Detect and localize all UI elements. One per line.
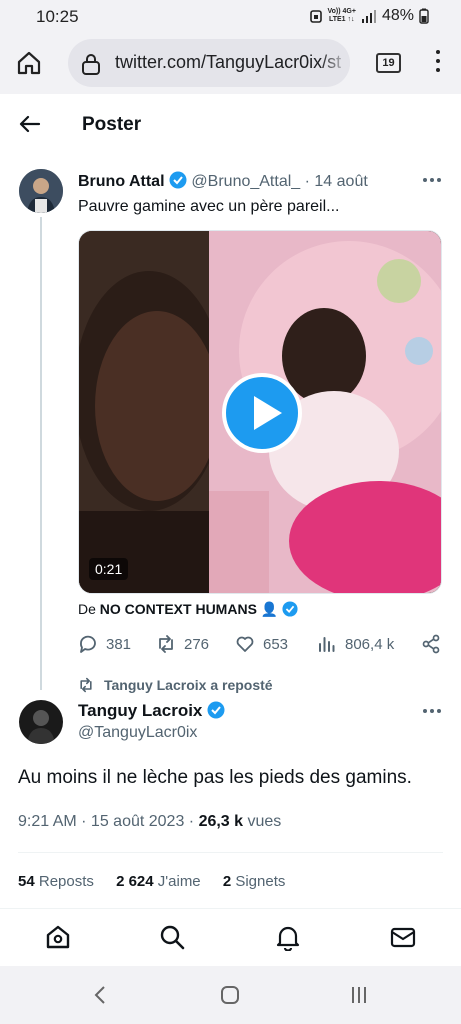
reposts-stat[interactable]: 54 Reposts bbox=[18, 873, 94, 890]
verified-badge-icon bbox=[169, 171, 187, 189]
system-recents-icon[interactable] bbox=[348, 984, 370, 1006]
play-icon bbox=[254, 396, 282, 430]
thread-connector-line bbox=[40, 217, 42, 690]
repost-small-icon bbox=[80, 677, 92, 693]
avatar-bruno-attal[interactable] bbox=[19, 169, 63, 213]
network-bottom: LTE1 ↑↓ bbox=[328, 16, 355, 23]
status-icons: Vo)) 4G+ LTE1 ↑↓ 48% bbox=[309, 7, 430, 25]
messages-envelope-icon[interactable] bbox=[389, 923, 417, 951]
alarm-icon bbox=[309, 10, 322, 23]
system-home-icon[interactable] bbox=[219, 984, 241, 1006]
tweet2-views-count: 26,3 k bbox=[198, 813, 244, 830]
tweet1-header: Bruno Attal @Bruno_Attal_ · 14 août bbox=[78, 171, 368, 191]
repost-notice[interactable]: Tanguy Lacroix a reposté bbox=[78, 677, 273, 693]
tweet2-time[interactable]: 9:21 AM · 15 août 2023 · bbox=[18, 813, 199, 830]
source-name[interactable]: NO CONTEXT HUMANS 👤 bbox=[100, 601, 278, 617]
avatar-image bbox=[19, 700, 63, 744]
url-fade bbox=[320, 39, 350, 87]
repost-notice-text: Tanguy Lacroix a reposté bbox=[104, 677, 273, 693]
tweet2-stats: 54 Reposts 2 624 J'aime 2 Signets bbox=[18, 873, 303, 890]
likes-stat[interactable]: 2 624 J'aime bbox=[116, 873, 201, 890]
browser-home-icon[interactable] bbox=[15, 49, 43, 77]
url-bar[interactable]: twitter.com/TanguyLacr0ix/st bbox=[68, 39, 350, 87]
reply-button[interactable]: 381 bbox=[78, 634, 131, 654]
tweet1-author-name[interactable]: Bruno Attal bbox=[78, 173, 165, 190]
share-button[interactable] bbox=[421, 634, 441, 654]
home-icon[interactable] bbox=[44, 923, 72, 951]
reposts-stat-count: 54 bbox=[18, 873, 35, 890]
views-count: 806,4 k bbox=[345, 635, 395, 653]
like-count: 653 bbox=[263, 635, 289, 653]
notifications-bell-icon[interactable] bbox=[274, 923, 302, 951]
likes-stat-count: 2 624 bbox=[116, 873, 154, 890]
avatar-image bbox=[19, 169, 63, 213]
bookmarks-stat-label: Signets bbox=[231, 873, 286, 890]
more-options-icon[interactable] bbox=[422, 171, 442, 189]
divider bbox=[18, 852, 443, 853]
like-button[interactable]: 653 bbox=[235, 634, 288, 654]
tweet1-date[interactable]: · 14 août bbox=[305, 173, 368, 190]
bottom-navigation bbox=[0, 908, 461, 966]
avatar-tanguy-lacroix[interactable] bbox=[19, 700, 63, 744]
tweet1-actions: 381 276 653 806,4 k bbox=[78, 634, 442, 656]
play-button[interactable] bbox=[222, 373, 302, 453]
bookmarks-stat[interactable]: 2 Signets bbox=[223, 873, 286, 890]
battery-icon bbox=[419, 8, 429, 24]
repost-icon bbox=[159, 635, 173, 653]
search-icon[interactable] bbox=[158, 923, 186, 951]
browser-menu-icon[interactable] bbox=[433, 47, 443, 77]
back-arrow-icon[interactable] bbox=[18, 112, 42, 136]
verified-badge-icon bbox=[207, 701, 225, 719]
tweet1-video[interactable]: 0:21 bbox=[78, 230, 442, 594]
tab-switcher-button[interactable]: 19 bbox=[376, 53, 401, 73]
battery-percent: 48% bbox=[381, 7, 414, 24]
bookmarks-stat-count: 2 bbox=[222, 873, 232, 890]
source-prefix: De bbox=[78, 601, 100, 617]
tweet2-text: Au moins il ne lèche pas les pieds des g… bbox=[18, 767, 412, 788]
reply-count: 381 bbox=[106, 635, 132, 653]
browser-toolbar: twitter.com/TanguyLacr0ix/st 19 bbox=[0, 32, 461, 94]
tweet2-views-label: vues bbox=[243, 813, 282, 830]
views-button[interactable]: 806,4 k bbox=[317, 634, 394, 654]
lock-icon bbox=[82, 54, 100, 75]
tweet1-handle[interactable]: @Bruno_Attal_ bbox=[191, 173, 300, 190]
reply-icon bbox=[80, 635, 96, 653]
system-back-icon[interactable] bbox=[90, 984, 112, 1006]
repost-button[interactable]: 276 bbox=[156, 634, 209, 654]
repost-count: 276 bbox=[184, 635, 210, 653]
tweet2-author-name[interactable]: Tanguy Lacroix bbox=[78, 701, 202, 720]
video-duration: 0:21 bbox=[89, 558, 129, 580]
more-options-icon[interactable] bbox=[422, 702, 442, 720]
url-text: twitter.com/TanguyLacr0ix/st bbox=[115, 52, 342, 72]
page-title: Poster bbox=[82, 114, 142, 135]
network-indicator: Vo)) 4G+ LTE1 ↑↓ bbox=[328, 8, 356, 24]
tweet2-header: Tanguy Lacroix bbox=[78, 701, 225, 721]
views-chart-icon bbox=[319, 637, 335, 652]
tweet1-text: Pauvre gamine avec un père pareil... bbox=[78, 198, 340, 215]
network-top: Vo)) 4G+ bbox=[327, 8, 356, 15]
page-header: Poster bbox=[0, 94, 461, 156]
status-bar: 10:25 Vo)) 4G+ LTE1 ↑↓ 48% bbox=[0, 0, 461, 32]
share-icon bbox=[422, 634, 440, 654]
source-verified-icon bbox=[282, 601, 298, 617]
video-source[interactable]: De NO CONTEXT HUMANS 👤 bbox=[78, 601, 298, 618]
system-navigation-bar bbox=[0, 966, 461, 1024]
tweet2-meta: 9:21 AM · 15 août 2023 · 26,3 k vues bbox=[18, 813, 281, 831]
likes-stat-label: J'aime bbox=[153, 873, 201, 890]
signal-icon bbox=[361, 10, 376, 23]
heart-icon bbox=[236, 636, 254, 652]
tweet2-handle[interactable]: @TanguyLacr0ix bbox=[78, 724, 197, 742]
status-time: 10:25 bbox=[36, 7, 79, 26]
reposts-stat-label: Reposts bbox=[34, 873, 94, 890]
